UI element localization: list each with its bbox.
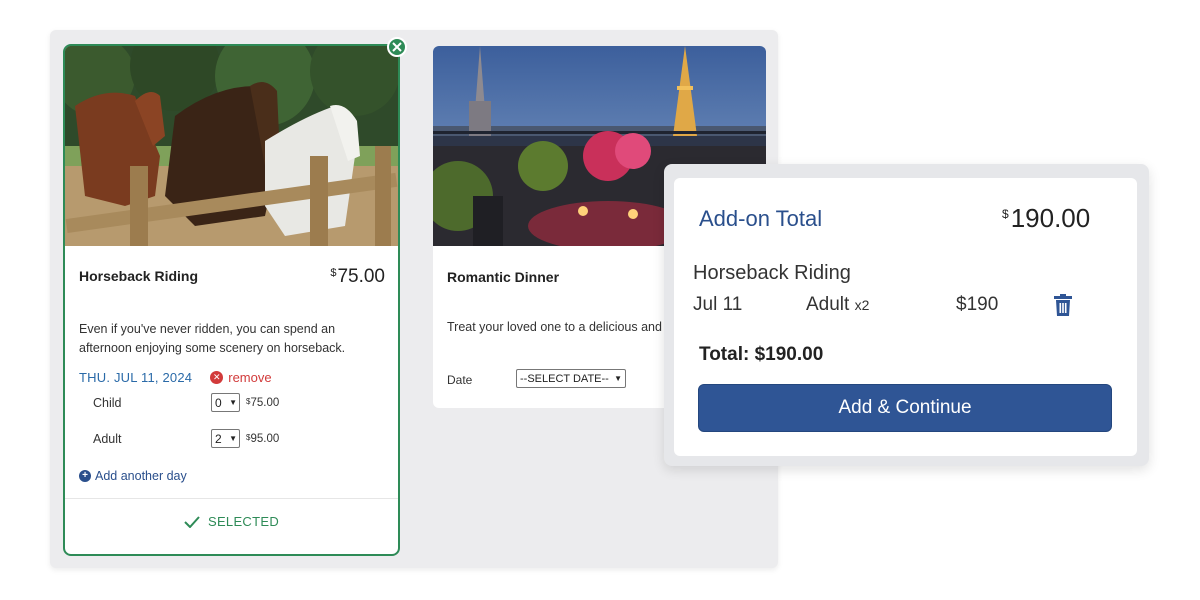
chevron-down-icon: ▼ [229,434,237,443]
adult-price: $95.00 [246,432,280,445]
add-another-day-link[interactable]: + Add another day [79,469,187,483]
checkmark-icon [184,515,200,528]
date-label: Date [447,373,473,387]
horseback-image [65,46,398,246]
child-price: $75.00 [246,396,280,409]
plus-icon: + [79,470,91,482]
selected-date-row: THU. JUL 11, 2024 ✕ remove [79,370,389,385]
selected-indicator[interactable]: SELECTED [65,514,398,529]
card-description: Treat your loved one to a delicious and … [447,320,677,334]
deselect-close-icon[interactable] [387,37,407,57]
line-date: Jul 11 [693,294,743,315]
adult-row: Adult 2 ▼ $95.00 [93,429,293,448]
selected-label: SELECTED [207,514,280,529]
child-qty-select[interactable]: 0 ▼ [211,393,240,412]
line-price: $190 [956,294,999,315]
child-label: Child [93,395,122,410]
card-title: Romantic Dinner [447,269,560,285]
addon-summary-panel: Add-on Total $190.00 Horseback Riding Ju… [674,178,1137,456]
addon-card-horseback[interactable]: Horseback Riding $75.00 Even if you've n… [63,44,400,556]
card-price: $75.00 [330,266,385,287]
card-description: Even if you've never ridden, you can spe… [79,322,346,355]
grand-total: Total: $190.00 [699,344,824,365]
card-title: Horseback Riding [79,268,199,284]
chevron-down-icon: ▼ [614,374,622,383]
summary-total: $190.00 [1002,203,1091,233]
adult-label: Adult [93,431,122,446]
remove-date-button[interactable]: ✕ remove [210,370,272,385]
trash-icon[interactable] [1054,294,1072,316]
date-select[interactable]: --SELECT DATE-- ▼ [516,369,626,388]
selected-date: THU. JUL 11, 2024 [79,370,193,385]
line-type: Adult x2 [806,294,870,315]
add-continue-button[interactable]: Add & Continue [698,384,1112,432]
summary-item-name: Horseback Riding [693,262,851,284]
adult-qty-select[interactable]: 2 ▼ [211,429,240,448]
horseback-header: Horseback Riding $75.00 [79,266,385,288]
remove-icon: ✕ [210,371,224,384]
chevron-down-icon: ▼ [229,398,237,407]
remove-label: remove [228,370,272,385]
summary-title: Add-on Total [699,206,823,231]
child-row: Child 0 ▼ $75.00 [93,393,293,412]
add-day-label: Add another day [95,469,187,483]
divider [65,498,398,499]
